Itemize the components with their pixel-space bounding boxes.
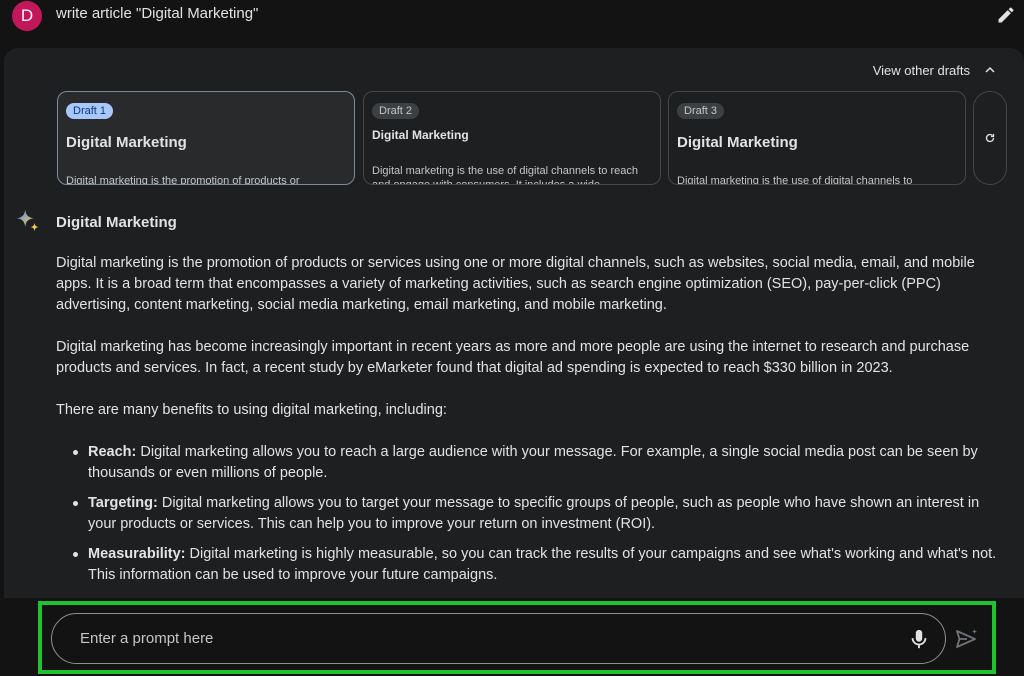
draft-badge: Draft 1 [66, 103, 114, 119]
draft-card-3[interactable]: Draft 3 Digital Marketing Digital market… [668, 91, 966, 185]
draft-excerpt: Digital marketing is the use of digital … [677, 175, 913, 185]
send-icon[interactable] [955, 628, 979, 650]
list-item: Measurability: Digital marketing is high… [73, 544, 1006, 586]
list-item: Reach: Digital marketing allows you to r… [73, 442, 1006, 484]
draft-title: Digital Marketing [677, 134, 798, 151]
chevron-up-icon [985, 66, 995, 73]
response-heading: Digital Marketing [56, 214, 177, 231]
draft-title: Digital Marketing [66, 134, 187, 151]
pencil-icon[interactable] [996, 5, 1016, 25]
list-item-label: Measurability: [88, 546, 186, 562]
response-panel: View other drafts Draft 1 Digital Market… [4, 48, 1024, 608]
draft-card-1[interactable]: Draft 1 Digital Marketing Digital market… [57, 91, 355, 185]
view-other-drafts-button[interactable]: View other drafts [873, 62, 998, 78]
prompt-input[interactable] [80, 630, 900, 647]
benefits-list: Reach: Digital marketing allows you to r… [56, 442, 1006, 586]
draft-excerpt: Digital marketing is the use of digital … [372, 165, 638, 185]
draft-badge: Draft 2 [372, 103, 420, 119]
chat-page: D write article "Digital Marketing" View… [0, 0, 1024, 676]
list-item-text: Digital marketing allows you to target y… [88, 495, 980, 532]
draft-excerpt: Digital marketing is the promotion of pr… [66, 175, 300, 185]
list-item-text: Digital marketing is highly measurable, … [88, 546, 997, 583]
sparkle-icon [16, 209, 39, 232]
user-prompt-row: D write article "Digital Marketing" [0, 0, 1024, 44]
microphone-icon[interactable] [908, 627, 930, 651]
response-paragraph: Digital marketing is the promotion of pr… [56, 255, 975, 313]
avatar[interactable]: D [12, 1, 42, 31]
prompt-input-area [0, 598, 1024, 676]
regenerate-drafts-button[interactable] [973, 91, 1007, 185]
user-prompt-text: write article "Digital Marketing" [56, 5, 259, 22]
list-item-label: Reach: [88, 444, 137, 460]
list-item-label: Targeting: [88, 495, 158, 511]
list-item: Targeting: Digital marketing allows you … [73, 493, 1006, 535]
response-paragraph: There are many benefits to using digital… [56, 402, 447, 418]
list-item-text: Digital marketing allows you to reach a … [88, 444, 978, 481]
prompt-input-container[interactable] [51, 613, 946, 664]
response-content: Digital Marketing Digital marketing is t… [56, 212, 1006, 595]
draft-card-2[interactable]: Draft 2 Digital Marketing Digital market… [363, 91, 661, 185]
response-paragraph: Digital marketing has become increasingl… [56, 339, 970, 376]
refresh-icon [985, 133, 995, 143]
view-other-drafts-label: View other drafts [872, 62, 970, 78]
draft-title: Digital Marketing [372, 128, 469, 142]
draft-badge: Draft 3 [677, 103, 725, 119]
